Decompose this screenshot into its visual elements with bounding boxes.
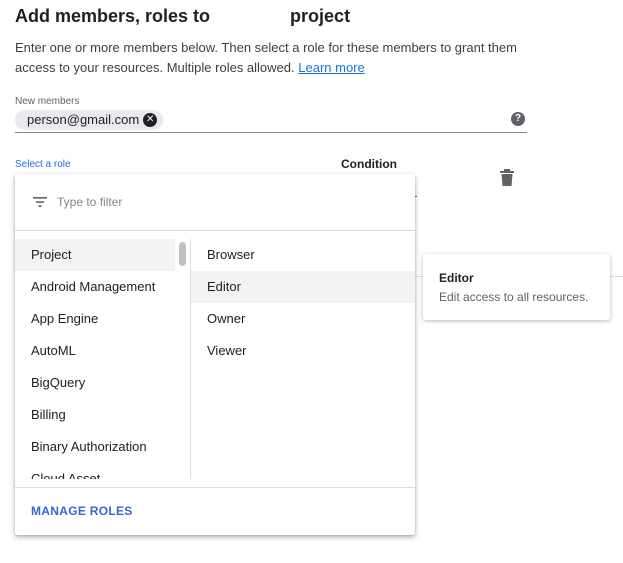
- page-description: Enter one or more members below. Then se…: [15, 38, 535, 78]
- role-viewer[interactable]: Viewer: [191, 335, 415, 367]
- role-category-list: Project Android Management App Engine Au…: [15, 239, 175, 479]
- dropdown-footer: MANAGE ROLES: [15, 487, 415, 536]
- page-title: Add members, roles to project: [15, 6, 350, 27]
- manage-roles-button[interactable]: MANAGE ROLES: [31, 504, 133, 518]
- select-role-label: Select a role: [15, 159, 71, 170]
- role-tooltip: Editor Edit access to all resources.: [423, 254, 610, 320]
- role-dropdown: Project Android Management App Engine Au…: [15, 174, 415, 535]
- filter-input[interactable]: [57, 192, 387, 212]
- category-app-engine[interactable]: App Engine: [15, 303, 175, 335]
- condition-label: Condition: [341, 157, 397, 171]
- category-cloud-asset[interactable]: Cloud Asset: [15, 463, 175, 479]
- trash-icon[interactable]: [499, 169, 515, 187]
- filter-icon: [33, 197, 47, 207]
- category-bigquery[interactable]: BigQuery: [15, 367, 175, 399]
- new-members-field[interactable]: person@gmail.com ✕ ?: [15, 110, 527, 133]
- tooltip-description: Edit access to all resources.: [439, 290, 589, 304]
- category-android-management[interactable]: Android Management: [15, 271, 175, 303]
- help-icon[interactable]: ?: [511, 112, 525, 126]
- category-automl[interactable]: AutoML: [15, 335, 175, 367]
- category-billing[interactable]: Billing: [15, 399, 175, 431]
- category-binary-authorization[interactable]: Binary Authorization: [15, 431, 175, 463]
- title-suffix: project: [290, 6, 351, 26]
- role-editor[interactable]: Editor: [191, 271, 415, 303]
- remove-chip-icon[interactable]: ✕: [143, 113, 158, 127]
- title-prefix: Add members, roles to: [15, 6, 211, 26]
- member-chip: person@gmail.com ✕: [15, 110, 164, 130]
- role-browser[interactable]: Browser: [191, 239, 415, 271]
- filter-row: [15, 174, 415, 231]
- description-text: Enter one or more members below. Then se…: [15, 40, 517, 75]
- scrollbar-thumb[interactable]: [179, 242, 186, 266]
- tooltip-title: Editor: [439, 271, 474, 285]
- category-project[interactable]: Project: [15, 239, 175, 271]
- role-owner[interactable]: Owner: [191, 303, 415, 335]
- add-members-page: Add members, roles to project Enter one o…: [0, 0, 623, 563]
- learn-more-link[interactable]: Learn more: [298, 60, 364, 75]
- member-chip-label: person@gmail.com: [27, 112, 140, 127]
- role-list: Browser Editor Owner Viewer: [191, 239, 415, 479]
- new-members-label: New members: [15, 96, 80, 107]
- category-scrollbar[interactable]: [175, 239, 191, 479]
